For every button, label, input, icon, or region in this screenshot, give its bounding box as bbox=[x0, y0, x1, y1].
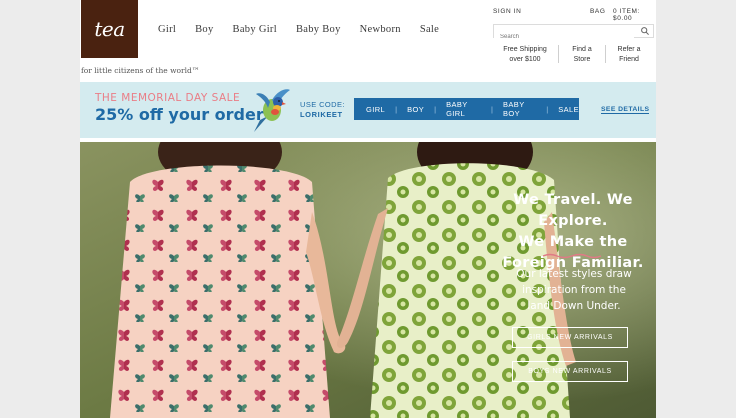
hero-headline-line-1: We Travel. We Explore. bbox=[513, 192, 633, 229]
squiggle-divider bbox=[542, 253, 602, 259]
promo-link-girl[interactable]: GIRL bbox=[366, 105, 385, 114]
search-box bbox=[493, 24, 654, 43]
tagline: for little citizens of the world™ bbox=[81, 66, 200, 75]
promo-link-boy[interactable]: BOY bbox=[407, 105, 424, 114]
right-gutter bbox=[656, 0, 736, 418]
main-nav: Girl Boy Baby Girl Baby Boy Newborn Sale bbox=[158, 24, 458, 35]
promo-code-label: USE CODE: bbox=[300, 100, 345, 109]
bag-link[interactable]: BAG bbox=[590, 8, 606, 15]
nav-girl[interactable]: Girl bbox=[158, 24, 176, 35]
nav-baby-girl[interactable]: Baby Girl bbox=[233, 24, 277, 35]
divider: | bbox=[434, 104, 437, 114]
divider: | bbox=[546, 104, 549, 114]
nav-newborn[interactable]: Newborn bbox=[360, 24, 401, 35]
promo-offer: 25% off your order bbox=[95, 105, 264, 124]
hero-headline-line-2: We Make the bbox=[518, 234, 628, 250]
hero-sub-line-1: Our latest styles draw bbox=[516, 268, 632, 280]
promo-code-value: LORIKEET bbox=[300, 110, 343, 119]
nav-boy[interactable]: Boy bbox=[195, 24, 213, 35]
logo-text: tea bbox=[94, 17, 125, 41]
sub-nav: Free Shipping over $100 Find a Store Ref… bbox=[500, 45, 644, 64]
divider: | bbox=[395, 104, 398, 114]
promo-category-bar: GIRL | BOY | BABY GIRL | BABY BOY | SALE bbox=[354, 98, 579, 120]
refer-friend-link[interactable]: Refer a Friend bbox=[614, 45, 644, 64]
divider: | bbox=[491, 104, 493, 114]
see-details-link[interactable]: SEE DETAILS bbox=[601, 106, 650, 114]
sign-in-link[interactable]: SIGN IN bbox=[493, 8, 521, 15]
free-shipping-link[interactable]: Free Shipping over $100 bbox=[500, 45, 550, 64]
tea-logo[interactable]: tea bbox=[81, 0, 138, 58]
hero-headline: We Travel. We Explore. We Make the Forei… bbox=[478, 190, 656, 274]
boys-new-arrivals-button[interactable]: BOYS NEW ARRIVALS bbox=[512, 361, 628, 382]
promo-link-sale[interactable]: SALE bbox=[558, 105, 579, 114]
search-icon[interactable] bbox=[640, 26, 650, 36]
promo-link-baby-girl[interactable]: BABY GIRL bbox=[446, 100, 481, 118]
hero-subheadline: Our latest styles draw inspiration from … bbox=[494, 266, 654, 314]
girls-new-arrivals-button[interactable]: GIRLS NEW ARRIVALS bbox=[512, 327, 628, 348]
divider bbox=[605, 45, 606, 63]
page: tea for little citizens of the world™ Gi… bbox=[80, 0, 656, 418]
find-store-link[interactable]: Find a Store bbox=[567, 45, 597, 64]
promo-link-baby-boy[interactable]: BABY BOY bbox=[503, 100, 536, 118]
nav-baby-boy[interactable]: Baby Boy bbox=[296, 24, 341, 35]
hero-sub-line-2: inspiration from the bbox=[522, 284, 626, 296]
divider bbox=[558, 45, 559, 63]
bag-item-count[interactable]: 0 ITEM: $0.00 bbox=[613, 8, 656, 22]
lorikeet-bird-illustration bbox=[254, 89, 290, 132]
promo-banner[interactable]: THE MEMORIAL DAY SALE 25% off your order… bbox=[80, 82, 656, 138]
nav-sale[interactable]: Sale bbox=[420, 24, 439, 35]
left-gutter bbox=[0, 0, 80, 418]
hero-sub-line-3: land Down Under. bbox=[527, 300, 621, 312]
promo-title: THE MEMORIAL DAY SALE bbox=[95, 92, 241, 104]
hero-banner[interactable]: We Travel. We Explore. We Make the Forei… bbox=[80, 142, 656, 418]
search-input[interactable] bbox=[494, 31, 634, 43]
